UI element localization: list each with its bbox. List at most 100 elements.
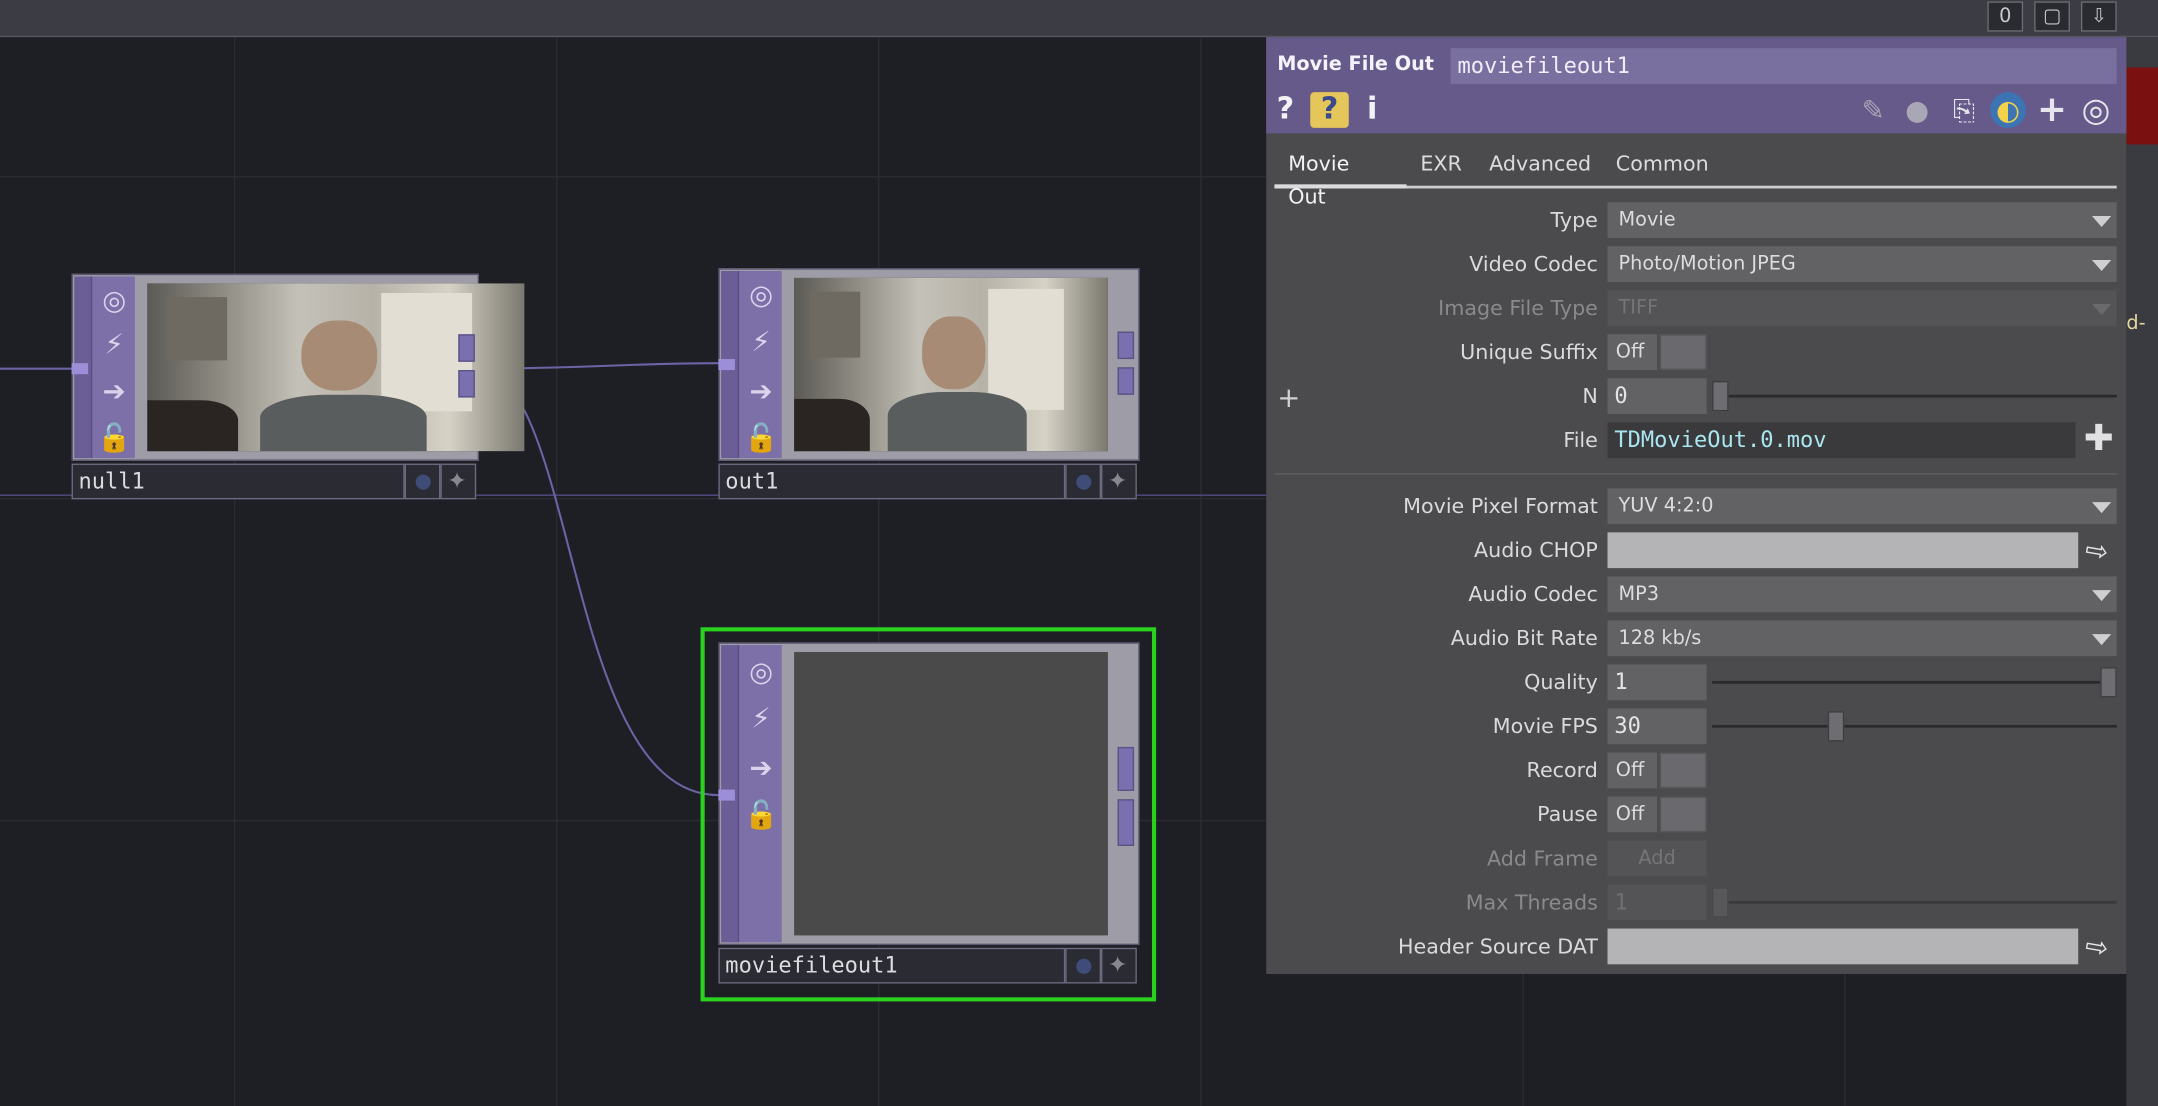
export-icon[interactable]: ➔ [743, 370, 779, 411]
out1-label[interactable]: out1 [718, 463, 1066, 500]
header-source-select-icon[interactable]: ⬂ [2076, 926, 2114, 966]
param-video-codec: Video Codec Photo/Motion JPEG [1266, 245, 2126, 284]
op-name-field[interactable]: moviefileout1 [1450, 48, 2117, 84]
param-movie-fps: Movie FPS 30 [1266, 707, 2126, 746]
header-source-dat-field[interactable] [1607, 928, 2079, 965]
audio-chop-field[interactable] [1607, 532, 2079, 569]
tab-common[interactable]: Common [1602, 147, 1723, 188]
type-dropdown[interactable]: Movie [1607, 202, 2117, 238]
touchdesigner-window: 0 ▢ ⇩ d- ◎ ⚡ ➔ 🔓 null1 ✦ ◎ ⚡ ➔ 🔓 out1 ✦ … [0, 0, 2158, 1106]
param-unique-suffix: Unique Suffix Off [1266, 333, 2126, 372]
out1-output-connector-2[interactable] [1117, 367, 1135, 395]
record-toggle[interactable]: Off [1607, 752, 1707, 789]
pencil-icon[interactable]: ✎ [1855, 92, 1891, 128]
add-frame-button[interactable]: Add [1607, 840, 1707, 877]
moviefileout1-preview [794, 652, 1108, 936]
n-slider[interactable] [1712, 381, 2117, 412]
max-threads-field[interactable]: 1 [1607, 884, 1707, 921]
max-threads-slider[interactable] [1712, 887, 2117, 918]
cook-icon[interactable]: ⚡ [743, 697, 779, 738]
divider [1274, 473, 2117, 475]
python-icon[interactable]: ◐ [1990, 92, 2026, 128]
param-type: Type Movie [1266, 201, 2126, 240]
viewer-toggle-button[interactable] [1065, 947, 1102, 984]
param-audio-codec: Audio Codec MP3 [1266, 575, 2126, 614]
file-browse-icon[interactable]: ✚ [2084, 421, 2114, 457]
audio-bit-rate-dropdown[interactable]: 128 kb/s [1607, 620, 2117, 657]
cook-icon[interactable]: ⚡ [96, 323, 132, 364]
panel-header: Movie File Out moviefileout1 ? ? i ✎ ● ⎘… [1266, 37, 2127, 134]
movie-fps-field[interactable]: 30 [1607, 708, 1707, 745]
audio-codec-dropdown[interactable]: MP3 [1607, 576, 2117, 613]
target-icon[interactable]: ◎ [2078, 92, 2114, 128]
n-field[interactable]: 0 [1607, 378, 1707, 415]
tab-movie-out[interactable]: Movie Out [1274, 147, 1407, 209]
param-movie-pixel-format: Movie Pixel Format YUV 4:2:0 [1266, 487, 2126, 526]
side-strip: d- [2126, 37, 2158, 1106]
pin-button[interactable]: ✦ [440, 463, 477, 500]
param-header-source-dat: Header Source DAT ⬂ [1398, 926, 2115, 967]
pause-toggle[interactable]: Off [1607, 796, 1707, 833]
moviefileout1-label[interactable]: moviefileout1 [718, 947, 1066, 984]
counter-button[interactable]: 0 [1987, 1, 2024, 32]
red-indicator [2126, 67, 2158, 145]
null1-node[interactable]: ◎ ⚡ ➔ 🔓 null1 ✦ [71, 273, 525, 501]
null1-label[interactable]: null1 [71, 463, 405, 500]
maximize-icon[interactable]: ▢ [2034, 1, 2070, 32]
top-bar: 0 ▢ ⇩ [0, 0, 2158, 38]
edge-text: d- [2126, 312, 2146, 335]
param-n: N 0 [1266, 377, 2126, 416]
export-icon[interactable]: ➔ [96, 370, 132, 411]
clipboard-icon[interactable]: ⎘ [1946, 92, 1982, 128]
moviefileout1-output-connector[interactable] [1117, 746, 1135, 791]
file-field[interactable]: TDMovieOut.0.mov [1607, 422, 2076, 459]
param-file: File TDMovieOut.0.mov ✚ [1563, 418, 2114, 460]
pin-button[interactable]: ✦ [1101, 463, 1137, 500]
pin-button[interactable]: ✦ [1101, 947, 1137, 984]
parameter-tabs: Movie Out EXR Advanced Common [1274, 147, 2117, 209]
info-icon[interactable]: i [1360, 92, 1385, 128]
comment-icon[interactable]: ● [1899, 92, 1935, 128]
movie-pixel-format-dropdown[interactable]: YUV 4:2:0 [1607, 488, 2117, 525]
help-icon[interactable]: ? [1272, 92, 1300, 128]
null1-output-connector-2[interactable] [458, 370, 475, 398]
lock-icon[interactable]: 🔓 [743, 794, 779, 835]
quality-field[interactable]: 1 [1607, 664, 1707, 701]
cook-icon[interactable]: ⚡ [743, 321, 779, 362]
param-record: Record Off [1266, 751, 2126, 790]
viewer-icon[interactable]: ◎ [743, 274, 779, 315]
tab-exr[interactable]: EXR [1407, 147, 1476, 188]
video-codec-dropdown[interactable]: Photo/Motion JPEG [1607, 246, 2117, 282]
export-icon[interactable]: ➔ [743, 747, 779, 788]
out1-output-connector[interactable] [1117, 331, 1135, 360]
add-icon[interactable]: + [2034, 92, 2070, 128]
image-file-type-dropdown[interactable]: TIFF [1607, 290, 2117, 327]
movie-fps-slider[interactable] [1712, 711, 2117, 742]
out1-preview [794, 277, 1108, 452]
param-pause: Pause Off [1266, 795, 2126, 834]
out1-node[interactable]: ◎ ⚡ ➔ 🔓 out1 ✦ [718, 268, 1140, 500]
viewer-toggle-button[interactable] [404, 463, 441, 500]
moviefileout1-node[interactable]: ◎ ⚡ ➔ 🔓 moviefileout1 ✦ [718, 642, 1140, 985]
viewer-icon[interactable]: ◎ [96, 279, 132, 320]
quality-slider[interactable] [1712, 667, 2117, 698]
viewer-toggle-button[interactable] [1065, 463, 1102, 500]
param-image-file-type: Image File Type TIFF [1266, 289, 2126, 328]
null1-output-connector[interactable] [458, 334, 475, 362]
tab-advanced[interactable]: Advanced [1475, 147, 1605, 188]
viewer-icon[interactable]: ◎ [743, 651, 779, 692]
audio-chop-select-icon[interactable]: ⬂ [2076, 530, 2114, 570]
python-help-icon[interactable]: ? [1310, 92, 1349, 128]
download-icon[interactable]: ⇩ [2080, 1, 2117, 32]
lock-icon[interactable]: 🔓 [743, 417, 779, 458]
parameter-panel: Movie File Out moviefileout1 ? ? i ✎ ● ⎘… [1266, 37, 2127, 974]
param-audio-bit-rate: Audio Bit Rate 128 kb/s [1266, 619, 2126, 658]
moviefileout1-output-connector-2[interactable] [1117, 799, 1135, 846]
lock-icon[interactable]: 🔓 [96, 417, 132, 458]
param-audio-chop: Audio CHOP ⬂ [1473, 530, 2115, 571]
null1-preview [147, 283, 525, 452]
param-add-frame: Add Frame Add [1266, 839, 2126, 878]
unique-suffix-toggle[interactable]: Off [1607, 334, 1707, 371]
op-type-title: Movie File Out [1277, 53, 1435, 76]
param-quality: Quality 1 [1266, 663, 2126, 702]
